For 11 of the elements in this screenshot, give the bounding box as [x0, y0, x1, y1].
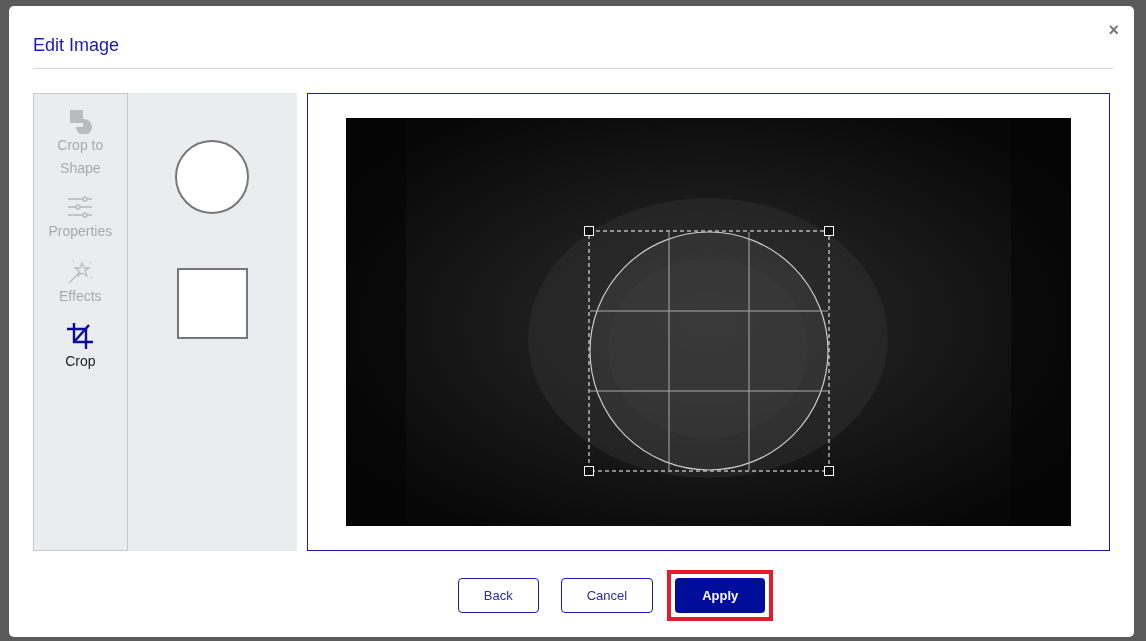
tool-tab[interactable]: Crop	[35, 320, 126, 375]
shapes-icon	[67, 108, 94, 134]
dialog-button[interactable]: Back	[457, 578, 539, 613]
crop-frame[interactable]	[584, 226, 834, 476]
close-button[interactable]: ×	[1104, 20, 1123, 41]
sliders-icon	[66, 194, 95, 220]
square-shape[interactable]	[176, 268, 248, 339]
crop-icon	[65, 322, 96, 350]
dialog-button[interactable]: Cancel	[560, 578, 654, 613]
dialog-title: Edit Image	[33, 33, 120, 56]
apply-button[interactable]: Apply	[675, 578, 766, 613]
